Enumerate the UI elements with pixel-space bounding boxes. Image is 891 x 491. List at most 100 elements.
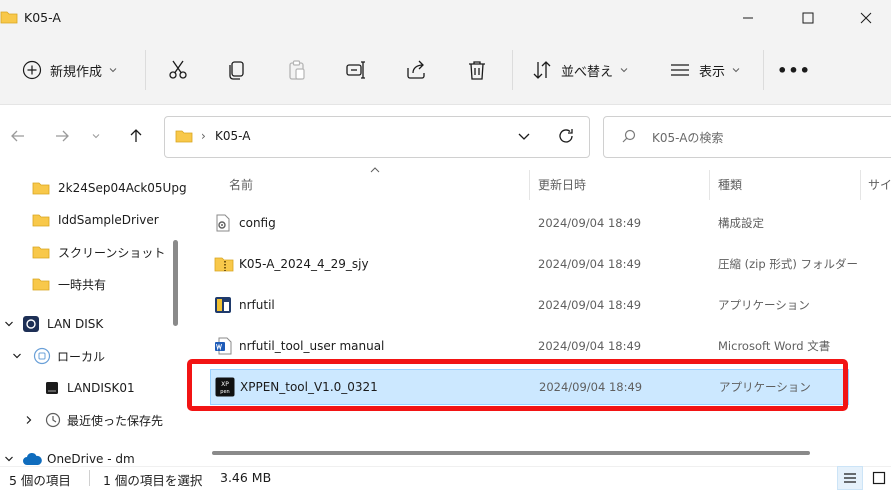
nav-item-folder[interactable]: 一時共有 (0, 268, 185, 300)
nav-item-recent[interactable]: 最近使った保存先 (0, 404, 185, 436)
details-view-icon (844, 473, 856, 483)
file-modified: 2024/09/04 18:49 (538, 339, 642, 353)
column-divider[interactable] (860, 170, 861, 200)
view-button[interactable]: 表示 (658, 48, 752, 92)
recent-locations-button[interactable] (86, 122, 106, 150)
view-label: 表示 (698, 64, 725, 80)
sort-button[interactable]: 並べ替え (522, 48, 638, 92)
nav-item-local[interactable]: ローカル (0, 340, 185, 372)
folder-icon (32, 244, 50, 260)
file-type: アプリケーション (718, 298, 810, 312)
column-header-modified[interactable]: 更新日時 (538, 176, 586, 193)
file-row[interactable]: config 2024/09/04 18:49 構成設定 (210, 206, 847, 240)
column-divider[interactable] (709, 170, 710, 200)
trash-icon (469, 61, 485, 80)
paste-button[interactable] (277, 48, 317, 92)
delete-button[interactable] (457, 48, 497, 92)
minimize-button[interactable] (725, 0, 771, 36)
nav-item-onedrive[interactable]: OneDrive - dm (0, 444, 185, 466)
details-view-button[interactable] (837, 466, 863, 490)
tiles-view-button[interactable] (866, 466, 891, 490)
new-button[interactable]: 新規作成 (12, 48, 128, 92)
close-button[interactable] (843, 0, 889, 36)
file-modified: 2024/09/04 18:49 (538, 216, 642, 230)
breadcrumb-item[interactable]: K05-A (215, 129, 250, 143)
folder-icon (32, 180, 50, 196)
nav-item-folder[interactable]: IddSampleDriver (0, 204, 185, 236)
file-row[interactable]: K05-A_2024_4_29_sjy 2024/09/04 18:49 圧縮 … (210, 247, 858, 281)
word-doc-icon (214, 337, 232, 355)
separator (512, 50, 513, 90)
maximize-button[interactable] (785, 0, 831, 36)
share-button[interactable] (396, 48, 436, 92)
clock-icon (45, 412, 61, 428)
chevron-down-icon (92, 134, 100, 139)
forward-button[interactable] (48, 122, 76, 150)
sort-icon (533, 61, 551, 79)
arrow-left-icon (11, 130, 24, 142)
nav-item-label: LANDISK01 (67, 381, 135, 395)
back-button[interactable] (4, 122, 32, 150)
arrow-right-icon (56, 130, 69, 142)
file-name: config (239, 216, 276, 230)
sort-label: 並べ替え (560, 64, 613, 80)
chevron-down-icon (732, 68, 740, 73)
nav-item-folder[interactable]: 2k24Sep04Ack05Upg (0, 172, 187, 204)
file-row[interactable]: nrfutil 2024/09/04 18:49 アプリケーション (210, 288, 847, 322)
chevron-down-icon[interactable] (4, 319, 14, 329)
cut-icon (169, 60, 187, 79)
search-icon (622, 129, 636, 143)
column-header-name[interactable]: 名前 (229, 176, 253, 193)
more-options-button[interactable]: ••• (773, 48, 815, 92)
refresh-button[interactable] (557, 127, 575, 145)
folder-icon (175, 128, 193, 144)
cut-button[interactable] (158, 48, 198, 92)
rename-icon (346, 61, 365, 79)
copy-button[interactable] (217, 48, 257, 92)
nav-item-landisk01[interactable]: LANDISK01 (0, 372, 185, 404)
file-type: 構成設定 (718, 216, 764, 230)
nav-scrollbar-thumb[interactable] (173, 240, 178, 326)
address-history-button[interactable] (517, 129, 531, 143)
horizontal-scrollbar-thumb[interactable] (212, 451, 810, 455)
nav-item-label: 一時共有 (58, 277, 107, 292)
chevron-down-icon (109, 68, 117, 73)
drive-icon (45, 381, 59, 395)
address-bar[interactable]: › K05-A (164, 116, 590, 158)
config-file-icon (214, 214, 232, 232)
file-row[interactable]: nrfutil_tool_user manual 2024/09/04 18:4… (210, 329, 847, 363)
lan-disk-icon (22, 315, 40, 333)
search-box[interactable]: K05-Aの検索 (603, 116, 891, 158)
file-name: nrfutil (239, 298, 275, 312)
search-placeholder: K05-Aの検索 (652, 131, 724, 145)
file-name: nrfutil_tool_user manual (239, 339, 385, 353)
selection-count: 1 個の項目を選択 (103, 473, 203, 488)
file-type: 圧縮 (zip 形式) フォルダー (718, 257, 858, 271)
up-button[interactable] (122, 122, 150, 150)
sort-ascending-icon (370, 166, 380, 174)
item-count: 5 個の項目 (9, 473, 71, 488)
highlight-box (187, 359, 848, 411)
column-header-size[interactable]: サイズ (868, 176, 891, 193)
nav-item-folder[interactable]: スクリーンショット (0, 236, 185, 268)
chevron-down-icon (518, 133, 530, 140)
rename-button[interactable] (336, 48, 376, 92)
maximize-icon (802, 12, 814, 24)
close-icon (860, 12, 872, 24)
nav-item-label: 最近使った保存先 (67, 413, 164, 428)
column-divider[interactable] (529, 170, 530, 200)
file-type: Microsoft Word 文書 (718, 339, 831, 353)
breadcrumb-separator-icon: › (201, 129, 206, 143)
chevron-right-icon[interactable] (24, 415, 34, 425)
folder-icon (32, 212, 50, 228)
separator (145, 50, 146, 90)
nav-item-lan-disk[interactable]: LAN DISK (0, 308, 185, 340)
arrow-up-icon (130, 129, 142, 142)
status-divider (89, 470, 90, 486)
column-header-type[interactable]: 種類 (718, 176, 742, 193)
nav-item-label: IddSampleDriver (58, 213, 159, 227)
folder-icon (0, 9, 18, 25)
chevron-down-icon[interactable] (12, 351, 22, 361)
chevron-down-icon[interactable] (4, 454, 14, 464)
new-label: 新規作成 (49, 64, 102, 80)
